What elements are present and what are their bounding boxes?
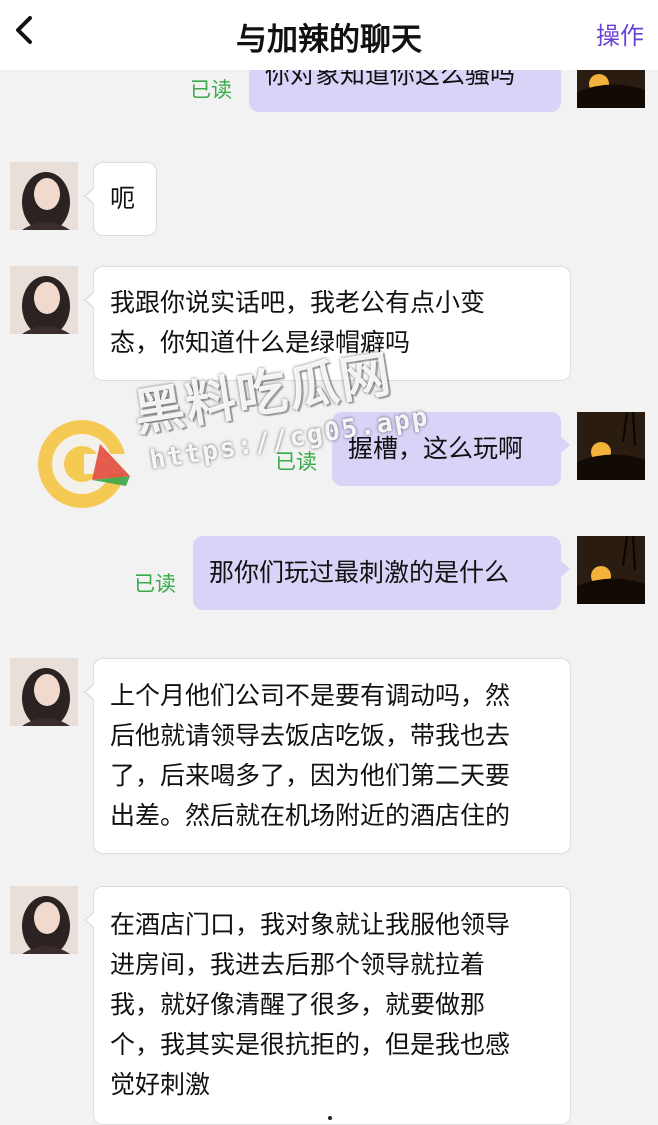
message-text: 呃 — [110, 184, 136, 213]
action-button[interactable]: 操作 — [596, 16, 644, 51]
message-bubble-self[interactable]: 握槽，这么玩啊 — [332, 412, 570, 486]
watermark-logo-icon — [38, 420, 134, 508]
message-line: 我，就好像清醒了很多，就要做那 — [110, 990, 486, 1019]
message-bubble-self[interactable]: 那你们玩过最刺激的是什么 — [193, 536, 570, 610]
message-line: 觉好刺激 — [110, 1070, 211, 1099]
self-avatar[interactable] — [577, 536, 645, 604]
top-bar: 与加辣的聊天 操作 — [0, 0, 658, 70]
message-line: 我跟你说实话吧，我老公有点小变 — [110, 288, 486, 317]
message-line: 出差。然后就在机场附近的酒店住的 — [110, 801, 511, 830]
message-line: 个，我其实是很抗拒的，但是我也感 — [110, 1030, 511, 1059]
message-line: 上个月他们公司不是要有调动吗，然 — [110, 681, 511, 710]
message-bubble-contact[interactable]: 在酒店门口，我对象就让我服他领导 进房间，我进去后那个领导就拉着 我，就好像清醒… — [84, 886, 571, 1125]
message-line: 进房间，我进去后那个领导就拉着 — [110, 950, 486, 979]
message-text: 那你们玩过最刺激的是什么 — [209, 558, 510, 587]
message-text: 握槽，这么玩啊 — [348, 434, 524, 463]
read-status: 已读 — [190, 78, 232, 102]
message-line: 了，后来喝多了，因为他们第二天要 — [110, 761, 511, 790]
message-line: 态，你知道什么是绿帽癖吗 — [110, 328, 411, 357]
message-bubble-contact[interactable]: 上个月他们公司不是要有调动吗，然 后他就请领导去饭店吃饭，带我也去 了，后来喝多… — [84, 658, 571, 854]
message-line: 在酒店门口，我对象就让我服他领导 — [110, 910, 511, 939]
message-bubble-contact[interactable]: 我跟你说实话吧，我老公有点小变 态，你知道什么是绿帽癖吗 — [84, 266, 571, 381]
contact-avatar[interactable] — [10, 162, 78, 230]
message-bubble-contact[interactable]: 呃 — [84, 162, 157, 236]
message-line: 后他就请领导去饭店吃饭，带我也去 — [110, 721, 511, 750]
contact-avatar[interactable] — [10, 658, 78, 726]
read-status: 已读 — [275, 450, 317, 474]
contact-avatar[interactable] — [10, 266, 78, 334]
scroll-indicator — [328, 1116, 332, 1120]
self-avatar[interactable] — [577, 412, 645, 480]
contact-avatar[interactable] — [10, 886, 78, 954]
read-status: 已读 — [134, 572, 176, 596]
page-title: 与加辣的聊天 — [236, 22, 422, 58]
